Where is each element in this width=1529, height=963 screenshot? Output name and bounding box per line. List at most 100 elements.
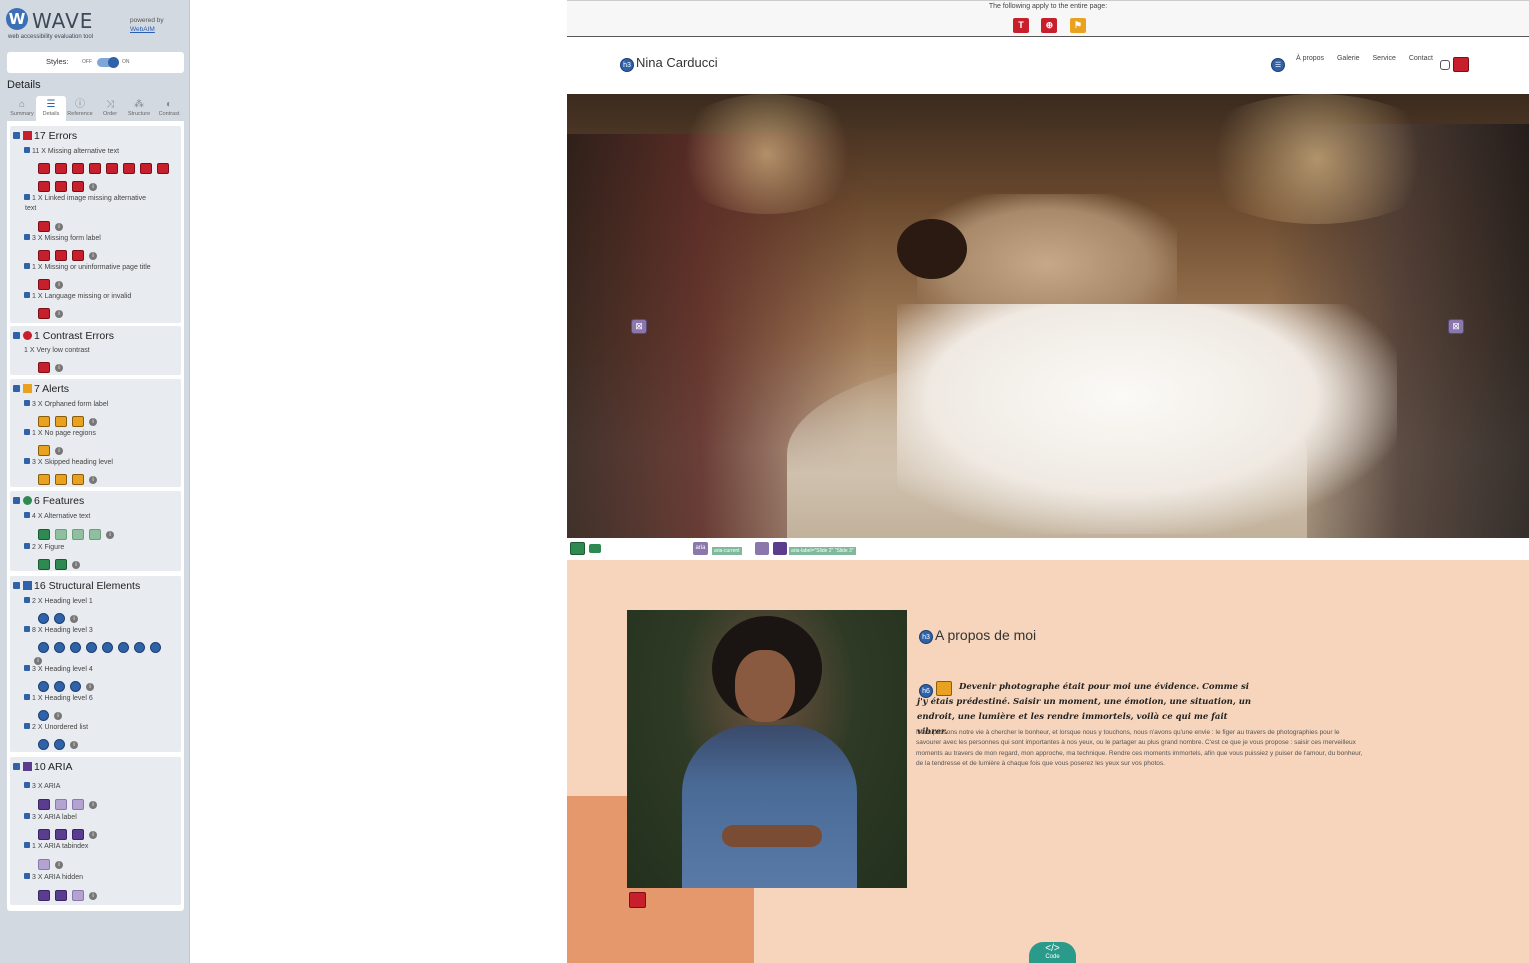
h3-icon[interactable] (54, 642, 65, 654)
aria-label-icon[interactable] (773, 542, 787, 555)
missing-alt-icon[interactable] (157, 163, 169, 175)
webaim-link[interactable]: WebAIM (130, 26, 155, 33)
h3-checkbox[interactable] (24, 626, 30, 633)
info-icon[interactable]: i (55, 309, 63, 318)
skipped-heading-icon[interactable] (72, 474, 84, 486)
tab-summary[interactable]: ⌂ Summary (7, 96, 37, 121)
unordered-list-icon[interactable]: ☰ (1271, 58, 1285, 72)
aria-hidden-icon[interactable] (55, 890, 67, 902)
figure-icon[interactable] (589, 544, 601, 553)
missing-alt-icon[interactable] (89, 163, 101, 175)
h3-icon[interactable] (150, 642, 161, 654)
linked-image-error-icon[interactable] (38, 221, 50, 233)
aria-hidden-icon[interactable] (72, 890, 84, 902)
info-icon[interactable]: i (89, 251, 97, 260)
aria-hidden-icon[interactable] (38, 890, 50, 902)
alt-text-checkbox[interactable] (24, 512, 30, 519)
contrast-checkbox[interactable] (13, 331, 20, 339)
alerts-checkbox[interactable] (13, 384, 20, 392)
no-regions-icon[interactable] (38, 445, 50, 457)
orphaned-label-icon[interactable] (72, 416, 84, 428)
aria-label-icon[interactable] (755, 542, 769, 555)
missing-alt-icon[interactable] (55, 163, 67, 175)
h3-icon[interactable] (102, 642, 113, 654)
alt-text-icon[interactable] (55, 529, 67, 541)
errors-checkbox[interactable] (13, 131, 20, 139)
h4-icon[interactable] (38, 681, 49, 693)
aria-label-icon[interactable] (38, 829, 50, 841)
figure-icon[interactable] (38, 559, 50, 571)
alt-text-icon[interactable] (89, 529, 101, 541)
missing-alt-icon[interactable] (140, 163, 152, 175)
missing-title-error-icon[interactable]: T (1013, 18, 1029, 33)
orphaned-label-icon[interactable] (38, 416, 50, 428)
code-toggle-button[interactable]: </> Code (1029, 942, 1076, 963)
aria-icon[interactable]: aria (693, 542, 708, 555)
no-regions-alert-icon[interactable]: ⚑ (1069, 18, 1086, 33)
form-label-checkbox[interactable] (24, 234, 30, 241)
h4-icon[interactable] (70, 681, 81, 693)
h6-icon[interactable] (38, 710, 49, 722)
skipped-heading-icon[interactable] (55, 474, 67, 486)
aria-tabindex-icon[interactable] (38, 859, 50, 871)
info-icon[interactable]: i (72, 560, 80, 569)
alt-text-icon[interactable] (570, 542, 585, 555)
language-checkbox[interactable] (24, 292, 30, 299)
skipped-heading-icon[interactable] (936, 681, 952, 697)
orphaned-label-icon[interactable] (55, 416, 67, 428)
instagram-icon[interactable] (1440, 60, 1450, 70)
no-regions-checkbox[interactable] (24, 429, 30, 436)
missing-label-icon[interactable] (72, 250, 84, 262)
info-icon[interactable]: i (55, 222, 63, 231)
missing-alt-icon[interactable] (629, 892, 646, 908)
h4-checkbox[interactable] (24, 665, 30, 672)
info-icon[interactable]: i (89, 800, 97, 809)
h6-checkbox[interactable] (24, 694, 30, 701)
features-checkbox[interactable] (13, 496, 20, 504)
aria-hidden-checkbox[interactable] (24, 873, 30, 880)
info-icon[interactable]: i (89, 182, 97, 191)
info-icon[interactable]: i (89, 475, 97, 484)
tab-details[interactable]: ☰ Details (36, 96, 66, 121)
linked-image-checkbox[interactable] (24, 194, 30, 201)
structure-checkbox[interactable] (13, 581, 20, 589)
missing-label-icon[interactable] (55, 250, 67, 262)
tab-order[interactable]: ⤨ Order (95, 96, 125, 121)
figure-checkbox[interactable] (24, 543, 30, 550)
skipped-heading-checkbox[interactable] (24, 458, 30, 465)
info-icon[interactable]: i (89, 891, 97, 900)
aria-icon[interactable] (38, 799, 50, 811)
aria-item-checkbox[interactable] (24, 782, 30, 789)
missing-alt-icon[interactable] (106, 163, 118, 175)
carousel-next-aria-hidden-icon[interactable]: ⊠ (1448, 319, 1464, 334)
figure-icon[interactable] (55, 559, 67, 571)
info-icon[interactable]: i (106, 530, 114, 539)
h6-badge-icon[interactable]: h6 (919, 684, 933, 698)
info-icon[interactable]: i (55, 446, 63, 455)
aria-tabindex-checkbox[interactable] (24, 842, 30, 849)
ul-checkbox[interactable] (24, 723, 30, 730)
missing-alt-icon[interactable] (123, 163, 135, 175)
info-icon[interactable]: i (54, 711, 62, 720)
missing-alt-icon[interactable] (55, 181, 67, 193)
aria-checkbox[interactable] (13, 762, 20, 770)
nav-link-galerie[interactable]: Galerie (1337, 55, 1360, 62)
aria-icon[interactable] (72, 799, 84, 811)
missing-alt-icon[interactable] (38, 181, 50, 193)
info-icon[interactable]: i (70, 740, 78, 749)
h1-icon[interactable] (38, 613, 49, 625)
missing-alt-icon[interactable] (72, 181, 84, 193)
info-icon[interactable]: i (70, 614, 78, 623)
nav-link-service[interactable]: Service (1373, 55, 1396, 62)
unordered-list-icon[interactable] (38, 739, 49, 751)
missing-alt-icon[interactable] (38, 163, 50, 175)
h1-icon[interactable] (54, 613, 65, 625)
alt-text-icon[interactable] (72, 529, 84, 541)
info-icon[interactable]: i (55, 860, 63, 869)
styles-toggle[interactable] (97, 57, 119, 68)
h3-icon[interactable] (134, 642, 145, 654)
alt-text-icon[interactable] (38, 529, 50, 541)
carousel-prev-aria-hidden-icon[interactable]: ⊠ (631, 319, 647, 334)
info-icon[interactable]: i (86, 682, 94, 691)
language-error-icon[interactable]: ⊕ (1041, 18, 1058, 33)
